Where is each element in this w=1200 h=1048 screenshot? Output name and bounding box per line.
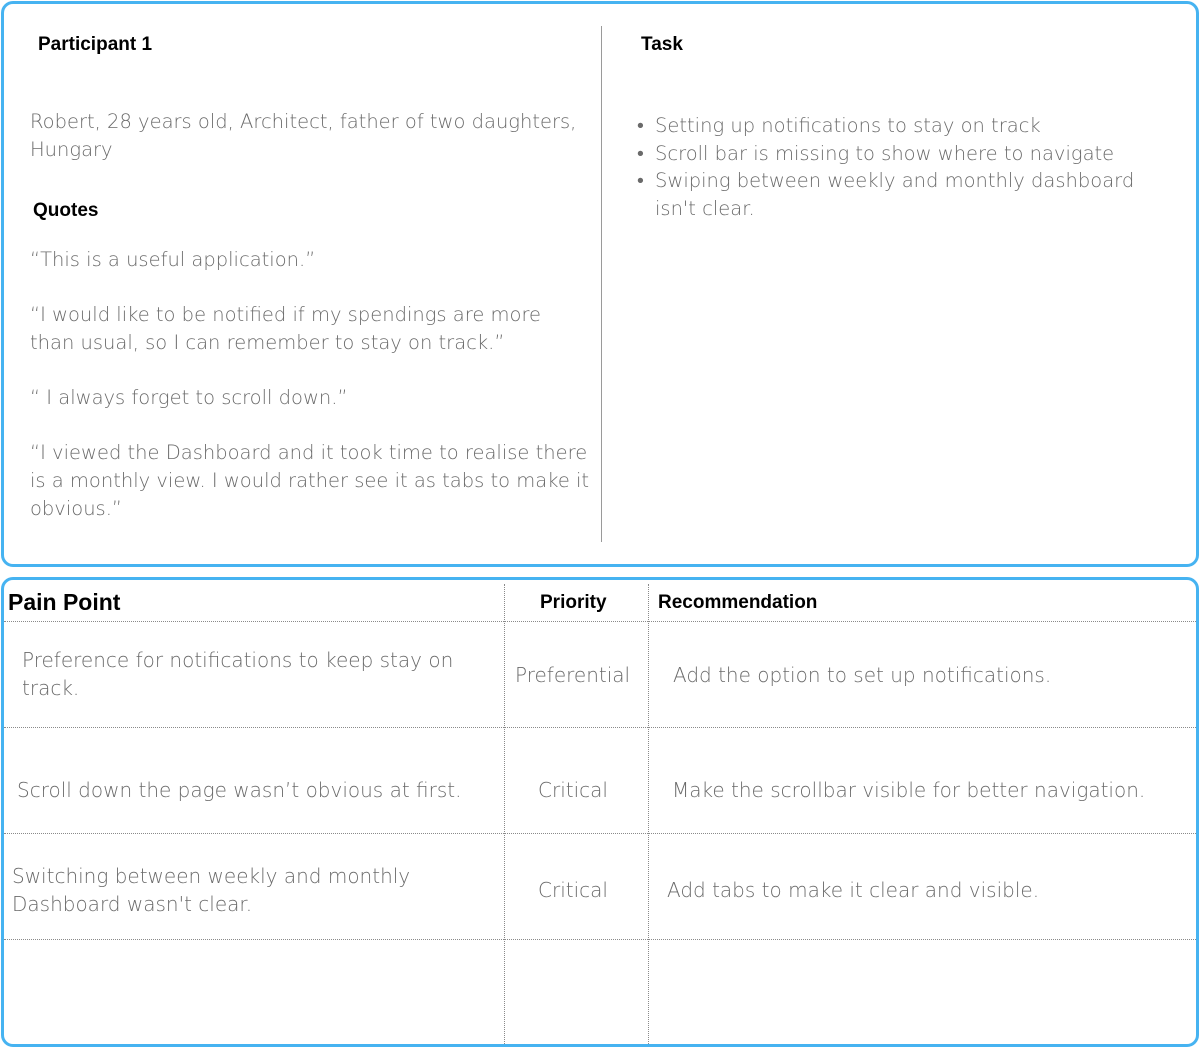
table-row-divider	[4, 833, 1196, 834]
task-item-text: Swiping between weekly and monthly dashb…	[655, 169, 1135, 220]
table-column-divider	[504, 584, 505, 1044]
table-cell-pain-point: Preference for notifications to keep sta…	[22, 648, 454, 700]
table-cell-recommendation: Add the option to set up notifications.	[673, 663, 1052, 687]
header-priority: Priority	[540, 592, 607, 613]
table-cell-pain-point: Switching between weekly and monthly Das…	[12, 864, 411, 916]
table-cell-priority: Critical	[538, 878, 608, 902]
participant-card: Participant 1 Robert, 28 years old, Arch…	[1, 1, 1199, 567]
task-item: • Scroll bar is missing to show where to …	[635, 140, 1155, 168]
table-row-divider	[4, 727, 1196, 728]
quotes-heading: Quotes	[33, 200, 99, 221]
task-item-text: Setting up notifications to stay on trac…	[655, 114, 1041, 137]
task-item: • Swiping between weekly and monthly dash…	[635, 167, 1155, 222]
table-column-divider	[648, 584, 649, 1044]
bullet-icon: •	[637, 114, 644, 137]
bullet-icon: •	[637, 141, 644, 165]
task-item-text: Scroll bar is missing to show where to n…	[655, 141, 1115, 165]
bullet-icon: •	[637, 169, 644, 192]
quote-item: “This is a useful application.”	[30, 248, 316, 271]
table-cell-pain-point: Scroll down the page wasn’t obvious at f…	[17, 778, 462, 802]
pain-point-table: Pain Point Priority Recommendation Prefe…	[1, 577, 1199, 1047]
task-heading: Task	[641, 34, 683, 55]
table-cell-recommendation: Add tabs to make it clear and visible.	[667, 878, 1040, 902]
table-cell-priority: Preferential	[515, 663, 631, 687]
table-cell-priority: Critical	[538, 778, 608, 802]
header-pain-point: Pain Point	[8, 589, 121, 615]
quote-item: “I viewed the Dashboard and it took time…	[30, 441, 590, 520]
table-cell-recommendation: Make the scrollbar visible for better na…	[672, 778, 1146, 802]
task-item: • Setting up notifications to stay on tra…	[635, 112, 1155, 140]
task-list: • Setting up notifications to stay on tra…	[635, 112, 1155, 222]
table-row-divider	[4, 621, 1196, 622]
header-recommendation: Recommendation	[658, 592, 818, 613]
quote-item: “I would like to be notified if my spend…	[30, 303, 542, 354]
column-divider	[601, 26, 602, 542]
quote-item: “ I always forget to scroll down.”	[30, 386, 348, 409]
participant-description: Robert, 28 years old, Architect, father …	[30, 110, 577, 161]
participant-heading: Participant 1	[38, 34, 153, 55]
table-row-divider	[4, 939, 1196, 940]
